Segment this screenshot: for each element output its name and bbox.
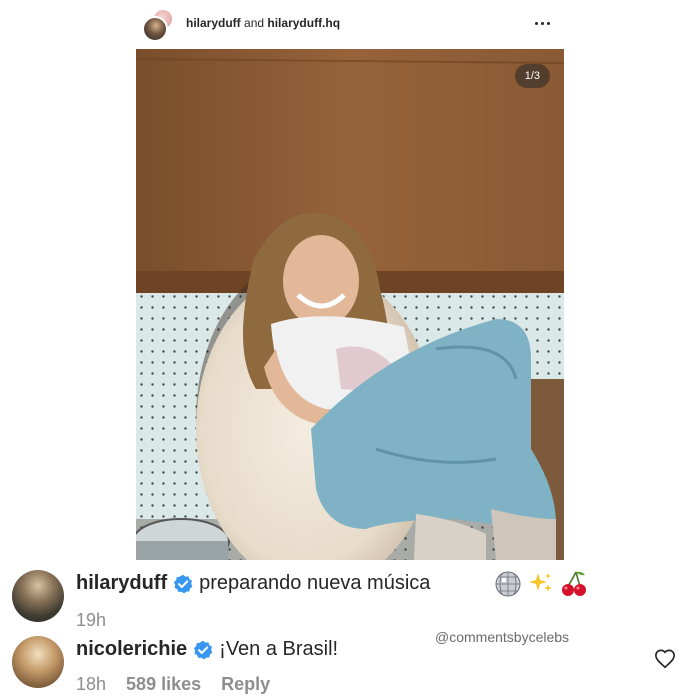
verified-badge-icon xyxy=(173,574,193,593)
author-connector: and xyxy=(244,16,265,30)
post-authors: hilaryduff and hilaryduff.hq xyxy=(186,16,340,30)
watermark: @commentsbycelebs xyxy=(435,629,570,645)
slide-counter: 1/3 xyxy=(514,64,550,88)
comment-time: 18h xyxy=(76,674,107,694)
comment-emojis xyxy=(494,570,588,598)
verified-badge-icon xyxy=(193,640,213,659)
photo-illustration xyxy=(136,49,564,560)
comment-meta: 19h xyxy=(76,610,106,631)
collab-avatars[interactable] xyxy=(142,8,176,42)
cherries-emoji-icon xyxy=(562,571,586,596)
more-options-icon[interactable] xyxy=(532,13,552,33)
comment-nicolerichie: nicolerichie ¡Ven a Brasil! 18h 589 like… xyxy=(12,636,688,700)
avatar[interactable] xyxy=(12,570,64,622)
comment-line: hilaryduff preparando nueva música xyxy=(76,572,430,595)
comment-hilaryduff: hilaryduff preparando nueva música 19h xyxy=(12,570,688,636)
author-link-1[interactable]: hilaryduff xyxy=(186,16,241,30)
avatar[interactable] xyxy=(12,636,64,688)
mirror-ball-emoji-icon xyxy=(495,571,521,597)
comment-username[interactable]: nicolerichie xyxy=(76,638,187,661)
comment-meta: 18h 589 likes Reply xyxy=(76,674,270,695)
post-header: hilaryduff and hilaryduff.hq xyxy=(136,4,564,44)
avatar-hilaryduff[interactable] xyxy=(142,16,168,42)
sparkles-emoji-icon xyxy=(529,573,552,592)
comment-time: 19h xyxy=(76,610,107,630)
like-heart-icon[interactable] xyxy=(654,648,676,670)
post-photo[interactable]: 1/3 xyxy=(136,49,564,560)
comment-username[interactable]: hilaryduff xyxy=(76,572,167,595)
reply-button[interactable]: Reply xyxy=(221,674,270,695)
comment-likes[interactable]: 589 likes xyxy=(126,674,201,695)
comment-line: nicolerichie ¡Ven a Brasil! xyxy=(76,638,338,661)
author-link-2[interactable]: hilaryduff.hq xyxy=(267,16,340,30)
comment-text: preparando nueva música xyxy=(199,572,431,594)
comment-text: ¡Ven a Brasil! xyxy=(219,638,339,660)
